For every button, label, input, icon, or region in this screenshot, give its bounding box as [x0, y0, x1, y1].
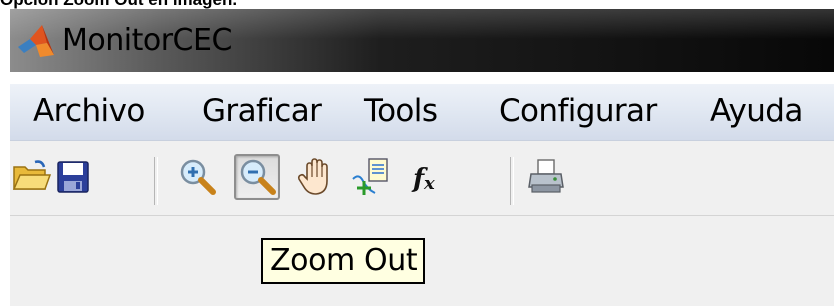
- zoom-in-button[interactable]: [174, 154, 220, 200]
- menu-bar: Archivo Graficar Tools Configurar Ayuda: [10, 84, 834, 141]
- menu-graficar[interactable]: Graficar: [202, 93, 322, 129]
- pan-hand-icon: [297, 158, 328, 195]
- matlab-logo-icon: [18, 25, 54, 57]
- data-cursor-icon: [352, 158, 388, 195]
- zoom-in-icon: [180, 159, 216, 195]
- function-button[interactable]: f x: [404, 154, 450, 200]
- print-icon: [528, 159, 564, 193]
- window-titlebar[interactable]: MonitorCEC: [10, 9, 834, 72]
- menu-tools[interactable]: Tools: [364, 93, 438, 129]
- window-title: MonitorCEC: [62, 23, 232, 58]
- menu-archivo[interactable]: Archivo: [33, 93, 145, 129]
- figure-caption: Opción Zoom Out en imagen.: [0, 0, 237, 9]
- svg-text:x: x: [423, 173, 435, 194]
- open-folder-icon: [12, 160, 51, 190]
- zoom-out-tooltip: Zoom Out: [261, 238, 426, 284]
- open-button[interactable]: [8, 154, 54, 200]
- function-icon: f x: [411, 164, 435, 194]
- zoom-out-icon: [240, 159, 276, 195]
- data-cursor-button[interactable]: [348, 154, 394, 200]
- save-button[interactable]: [50, 154, 96, 200]
- save-disk-icon: [57, 161, 89, 193]
- menu-configurar[interactable]: Configurar: [499, 93, 657, 129]
- zoom-out-button[interactable]: [234, 154, 280, 200]
- menu-ayuda[interactable]: Ayuda: [710, 93, 803, 129]
- print-button[interactable]: [524, 154, 570, 200]
- toolbar: f x: [10, 141, 834, 216]
- pan-button[interactable]: [292, 154, 338, 200]
